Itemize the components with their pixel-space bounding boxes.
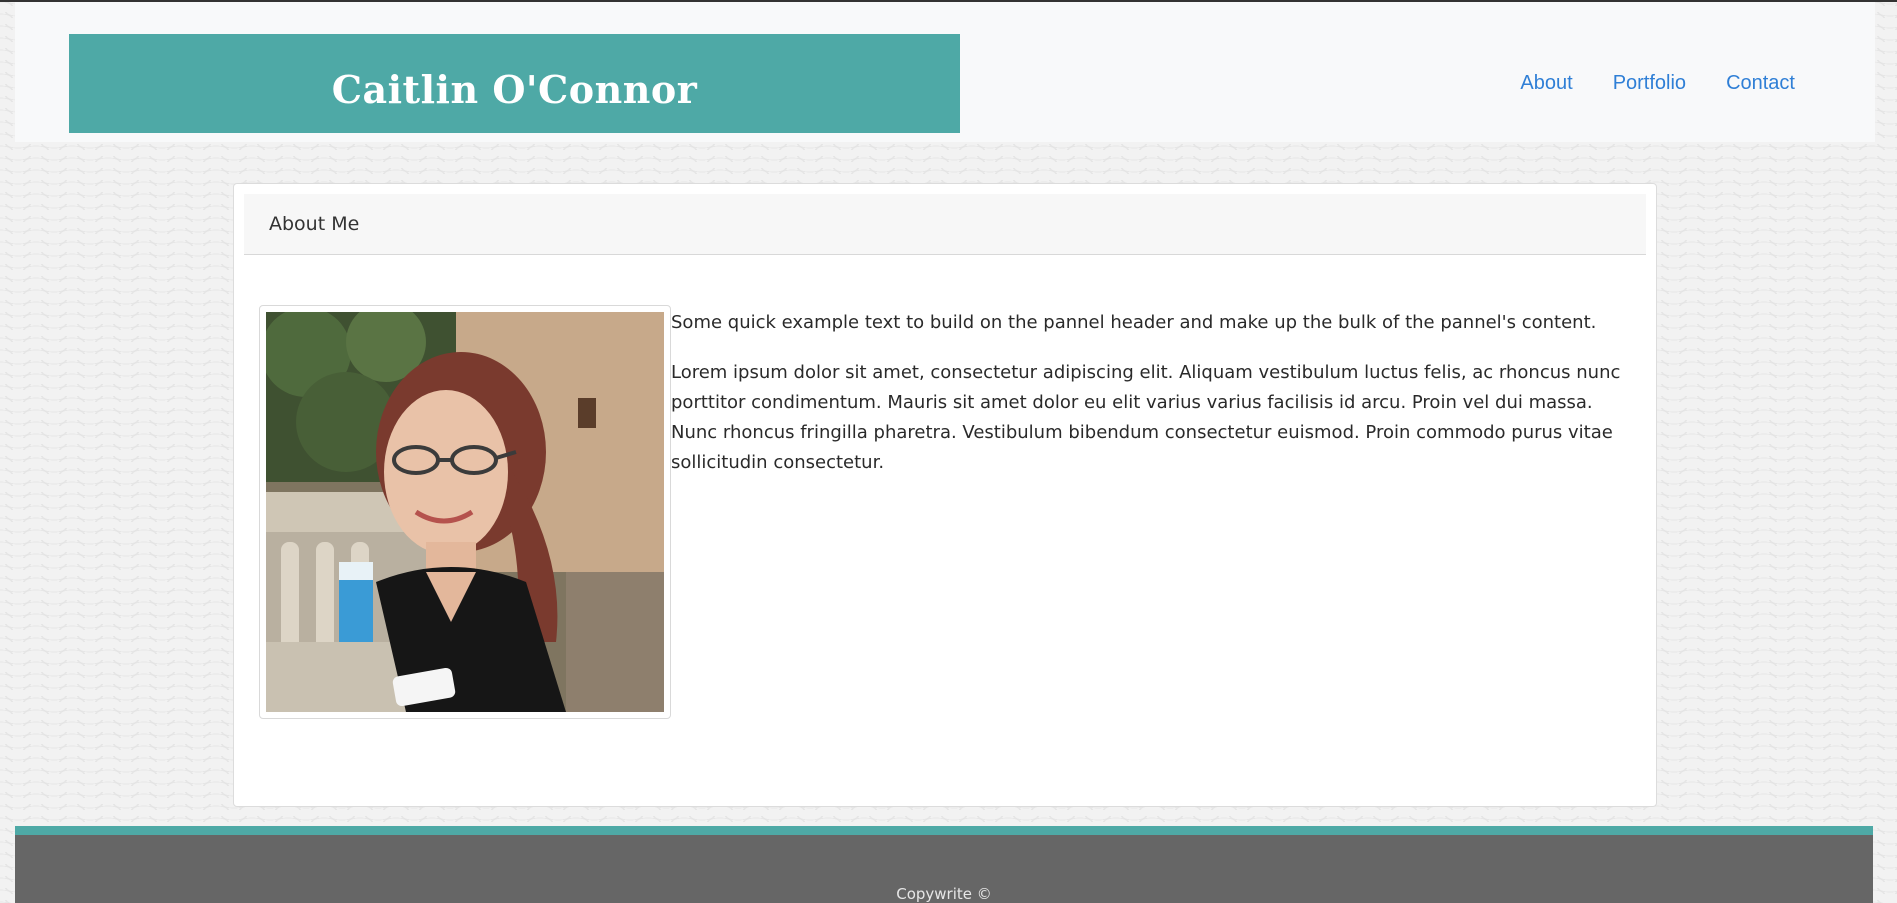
nav-link-portfolio[interactable]: Portfolio bbox=[1613, 72, 1686, 95]
about-body: Lorem ipsum dolor sit amet, consectetur … bbox=[671, 362, 1621, 473]
nav-links: About Portfolio Contact bbox=[1480, 72, 1795, 95]
brand-title: Caitlin O'Connor bbox=[331, 67, 698, 112]
profile-photo bbox=[266, 312, 664, 712]
profile-photo-frame bbox=[259, 305, 671, 719]
footer: Copywrite © bbox=[15, 826, 1873, 903]
nav-link-about[interactable]: About bbox=[1520, 72, 1572, 95]
about-card-text: Some quick example text to build on the … bbox=[671, 308, 1631, 498]
footer-copyright: Copywrite © bbox=[896, 885, 992, 903]
about-card-title: About Me bbox=[269, 213, 360, 235]
brand-banner[interactable]: Caitlin O'Connor bbox=[69, 34, 960, 133]
about-card-header: About Me bbox=[244, 194, 1646, 255]
navbar: Caitlin O'Connor About Portfolio Contact bbox=[15, 2, 1875, 142]
about-card: About Me Some quick example text to buil… bbox=[233, 183, 1657, 807]
about-intro: Some quick example text to build on the … bbox=[671, 312, 1597, 333]
nav-link-contact[interactable]: Contact bbox=[1726, 72, 1795, 95]
